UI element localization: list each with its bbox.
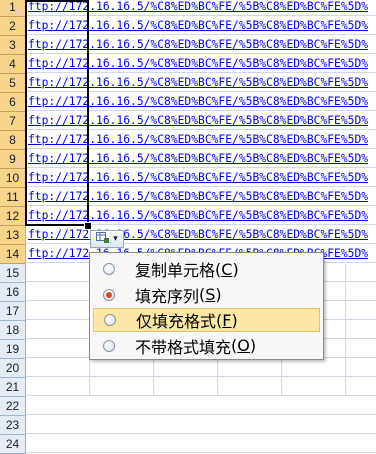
- menu-item-label: 不带格式填充: [135, 337, 232, 357]
- hyperlink[interactable]: ftp://172.16.16.5/%C8%ED%BC%FE/%5B%C8%ED…: [28, 152, 368, 165]
- row-header[interactable]: 10: [0, 169, 26, 188]
- hyperlink[interactable]: ftp://172.16.16.5/%C8%ED%BC%FE/%5B%C8%ED…: [28, 38, 368, 51]
- table-row[interactable]: 21: [0, 378, 376, 397]
- row-header[interactable]: 2: [0, 17, 26, 36]
- menu-item[interactable]: 填充序列(S): [93, 283, 320, 307]
- row-header[interactable]: 4: [0, 55, 26, 74]
- row-header[interactable]: 6: [0, 93, 26, 112]
- menu-item-label: 仅填充格式: [136, 312, 217, 331]
- table-row[interactable]: 2 ftp://172.16.16.5/%C8%ED%BC%FE/%5B%C8%E…: [0, 17, 376, 36]
- row-header[interactable]: 17: [0, 302, 26, 321]
- radio-button[interactable]: [104, 314, 116, 326]
- table-row[interactable]: 4 ftp://172.16.16.5/%C8%ED%BC%FE/%5B%C8%E…: [0, 55, 376, 74]
- radio-button[interactable]: [103, 339, 115, 352]
- cell[interactable]: ftp://172.16.16.5/%C8%ED%BC%FE/%5B%C8%ED…: [26, 226, 376, 244]
- cell[interactable]: ftp://172.16.16.5/%C8%ED%BC%FE/%5B%C8%ED…: [26, 74, 376, 92]
- shortcut-key: C: [221, 259, 233, 279]
- cell[interactable]: ftp://172.16.16.5/%C8%ED%BC%FE/%5B%C8%ED…: [26, 93, 376, 111]
- table-row[interactable]: 22: [0, 397, 376, 416]
- shortcut-key: S: [205, 285, 216, 304]
- cell[interactable]: ftp://172.16.16.5/%C8%ED%BC%FE/%5B%C8%ED…: [26, 150, 376, 168]
- row-header[interactable]: 24: [0, 435, 26, 454]
- table-row[interactable]: 11 ftp://172.16.16.5/%C8%ED%BC%FE/%5B%C8%…: [0, 188, 376, 207]
- cell[interactable]: ftp://172.16.16.5/%C8%ED%BC%FE/%5B%C8%ED…: [26, 188, 376, 206]
- cell[interactable]: [26, 435, 376, 453]
- hyperlink[interactable]: ftp://172.16.16.5/%C8%ED%BC%FE/%5B%C8%ED…: [28, 114, 368, 127]
- table-row[interactable]: 10 ftp://172.16.16.5/%C8%ED%BC%FE/%5B%C8%…: [0, 169, 376, 188]
- hyperlink[interactable]: ftp://172.16.16.5/%C8%ED%BC%FE/%5B%C8%ED…: [28, 19, 368, 32]
- cell[interactable]: ftp://172.16.16.5/%C8%ED%BC%FE/%5B%C8%ED…: [26, 169, 376, 187]
- row-header[interactable]: 21: [0, 378, 26, 397]
- table-row[interactable]: 23: [0, 416, 376, 435]
- table-row[interactable]: 7 ftp://172.16.16.5/%C8%ED%BC%FE/%5B%C8%E…: [0, 112, 376, 131]
- cell[interactable]: ftp://172.16.16.5/%C8%ED%BC%FE/%5B%C8%ED…: [26, 0, 376, 16]
- hyperlink[interactable]: ftp://172.16.16.5/%C8%ED%BC%FE/%5B%C8%ED…: [28, 57, 368, 70]
- menu-item[interactable]: 复制单元格(C): [93, 257, 320, 281]
- cell[interactable]: [26, 416, 376, 434]
- table-row[interactable]: 9 ftp://172.16.16.5/%C8%ED%BC%FE/%5B%C8%E…: [0, 150, 376, 169]
- cell[interactable]: ftp://172.16.16.5/%C8%ED%BC%FE/%5B%C8%ED…: [26, 207, 376, 225]
- cell[interactable]: ftp://172.16.16.5/%C8%ED%BC%FE/%5B%C8%ED…: [26, 36, 376, 54]
- hyperlink[interactable]: ftp://172.16.16.5/%C8%ED%BC%FE/%5B%C8%ED…: [28, 0, 368, 13]
- cell[interactable]: ftp://172.16.16.5/%C8%ED%BC%FE/%5B%C8%ED…: [26, 112, 376, 130]
- table-row[interactable]: 3 ftp://172.16.16.5/%C8%ED%BC%FE/%5B%C8%E…: [0, 36, 376, 55]
- row-header[interactable]: 20: [0, 359, 26, 378]
- shortcut-key: O: [237, 336, 250, 355]
- shortcut-paren: ): [215, 285, 222, 304]
- column-gridline: [345, 264, 346, 395]
- table-row[interactable]: 24: [0, 435, 376, 454]
- cell[interactable]: ftp://172.16.16.5/%C8%ED%BC%FE/%5B%C8%ED…: [26, 131, 376, 149]
- table-row[interactable]: 5 ftp://172.16.16.5/%C8%ED%BC%FE/%5B%C8%E…: [0, 74, 376, 93]
- hyperlink[interactable]: ftp://172.16.16.5/%C8%ED%BC%FE/%5B%C8%ED…: [28, 228, 368, 241]
- hyperlink[interactable]: ftp://172.16.16.5/%C8%ED%BC%FE/%5B%C8%ED…: [28, 171, 368, 184]
- table-row[interactable]: 1 ftp://172.16.16.5/%C8%ED%BC%FE/%5B%C8%E…: [0, 0, 376, 17]
- row-header[interactable]: 14: [0, 245, 26, 264]
- table-row[interactable]: 13 ftp://172.16.16.5/%C8%ED%BC%FE/%5B%C8%…: [0, 226, 376, 245]
- row-header[interactable]: 15: [0, 264, 26, 283]
- row-header[interactable]: 19: [0, 340, 26, 359]
- row-header[interactable]: 9: [0, 150, 26, 169]
- chevron-down-icon: ▾: [113, 234, 118, 244]
- cell[interactable]: [26, 378, 376, 396]
- menu-item[interactable]: 不带格式填充(O): [93, 334, 320, 358]
- hyperlink[interactable]: ftp://172.16.16.5/%C8%ED%BC%FE/%5B%C8%ED…: [28, 209, 368, 222]
- row-header[interactable]: 3: [0, 36, 26, 55]
- hyperlink[interactable]: ftp://172.16.16.5/%C8%ED%BC%FE/%5B%C8%ED…: [28, 133, 368, 146]
- cell[interactable]: [26, 359, 376, 377]
- row-header[interactable]: 7: [0, 112, 26, 131]
- row-header[interactable]: 16: [0, 283, 26, 302]
- table-row[interactable]: 6 ftp://172.16.16.5/%C8%ED%BC%FE/%5B%C8%E…: [0, 93, 376, 112]
- menu-item-label: 复制单元格: [135, 261, 216, 280]
- table-row[interactable]: 8 ftp://172.16.16.5/%C8%ED%BC%FE/%5B%C8%E…: [0, 131, 376, 150]
- shortcut-key: F: [222, 310, 232, 330]
- cell[interactable]: ftp://172.16.16.5/%C8%ED%BC%FE/%5B%C8%ED…: [26, 17, 376, 35]
- radio-button[interactable]: [103, 263, 115, 275]
- radio-button[interactable]: [103, 288, 115, 301]
- cell[interactable]: ftp://172.16.16.5/%C8%ED%BC%FE/%5B%C8%ED…: [26, 55, 376, 73]
- row-header[interactable]: 5: [0, 74, 26, 93]
- autofill-options-button[interactable]: ▾: [90, 230, 124, 248]
- shortcut-paren: ): [249, 336, 257, 355]
- row-header[interactable]: 23: [0, 416, 26, 435]
- table-row[interactable]: 12 ftp://172.16.16.5/%C8%ED%BC%FE/%5B%C8%…: [0, 207, 376, 226]
- row-header[interactable]: 1: [0, 0, 26, 17]
- menu-item[interactable]: 仅填充格式(F): [93, 308, 320, 332]
- fill-handle[interactable]: [84, 222, 92, 230]
- row-header[interactable]: 22: [0, 397, 26, 416]
- menu-item-label: 填充序列: [135, 286, 200, 306]
- row-header[interactable]: 8: [0, 131, 26, 150]
- autofill-options-icon: [96, 231, 110, 247]
- hyperlink[interactable]: ftp://172.16.16.5/%C8%ED%BC%FE/%5B%C8%ED…: [28, 95, 368, 108]
- cell[interactable]: [26, 397, 376, 415]
- row-header[interactable]: 11: [0, 188, 26, 207]
- shortcut-paren: ): [231, 310, 238, 330]
- hyperlink[interactable]: ftp://172.16.16.5/%C8%ED%BC%FE/%5B%C8%ED…: [28, 76, 368, 89]
- row-header[interactable]: 13: [0, 226, 26, 245]
- autofill-options-menu: 复制单元格(C) 填充序列(S) 仅填充格式(F) 不带格式填充(O): [89, 252, 324, 360]
- row-header[interactable]: 12: [0, 207, 26, 226]
- row-header[interactable]: 18: [0, 321, 26, 340]
- hyperlink[interactable]: ftp://172.16.16.5/%C8%ED%BC%FE/%5B%C8%ED…: [28, 190, 368, 203]
- shortcut-paren: ): [232, 259, 239, 279]
- table-row[interactable]: 20: [0, 359, 376, 378]
